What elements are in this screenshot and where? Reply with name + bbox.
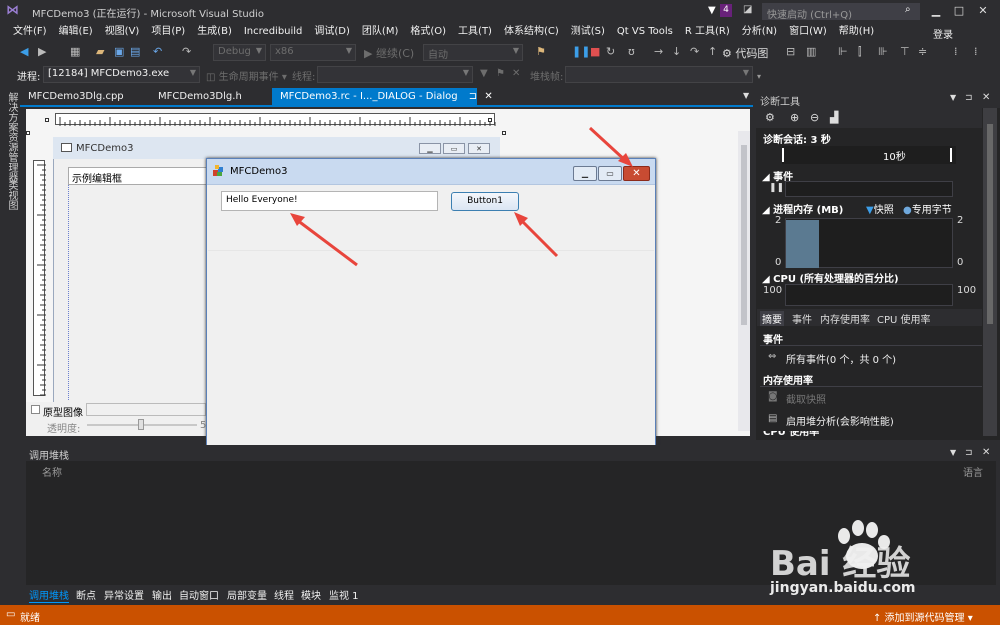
memory-usage-area [786,220,819,268]
close-panel-icon[interactable]: ✕ [982,92,990,103]
tab-modules[interactable]: 模块 [301,587,321,602]
collapse-icon: ◢ [762,205,774,216]
timeline-end-marker[interactable] [950,148,952,162]
all-events-link[interactable]: 所有事件(0 个，共 0 个) [786,351,896,366]
private-bytes-legend: ●专用字节 [903,205,952,216]
arrow-to-edit [290,213,358,267]
panel-menu-icon[interactable]: ▼ [950,93,956,102]
camera-icon: ◙ [768,391,778,402]
collapse-icon: ◢ [762,274,774,285]
arrow-to-button [514,212,559,258]
memory-axis-max-right: 2 [957,215,964,226]
column-header-name[interactable]: 名称 [42,464,62,479]
tab-events[interactable]: 事件 [792,311,812,326]
status-text: 就绪 [20,613,40,624]
watermark-text: Bai 经验 [770,544,911,584]
scrollbar-thumb[interactable] [987,124,993,324]
memory-axis-max: 2 [775,215,782,226]
zoom-out-icon[interactable]: ⊖ [810,111,819,124]
diagnostics-title: 诊断工具 [760,97,800,108]
column-header-language[interactable]: 语言 [963,464,983,479]
memory-axis-min: 0 [775,257,782,268]
events-track [785,181,953,197]
pin-icon[interactable]: ⊐ [965,448,973,458]
collapse-icon: ◢ [762,172,774,183]
events-icon: ⇔ [768,351,777,362]
close-panel-icon[interactable]: ✕ [982,447,990,458]
status-bar [0,605,1000,625]
cpu-chart [785,284,953,306]
watermark-url: jingyan.baidu.com [770,580,916,596]
tab-summary[interactable]: 摘要 [760,311,784,326]
call-stack-titlebar [26,445,996,461]
tab-watch-1[interactable]: 监视 1 [329,587,359,602]
snapshot-legend: ▼快照 [866,205,894,216]
divider [760,386,982,387]
status-icon: ▭ [6,609,16,620]
tab-call-stack[interactable]: 调用堆栈 [29,587,69,603]
cpu-axis-max: 100 [763,285,783,296]
divider [760,345,982,346]
arrow-to-close [588,126,633,167]
zoom-in-icon[interactable]: ⊕ [790,111,799,124]
diagnostics-timeline[interactable] [782,146,956,164]
pause-events-icon[interactable]: ❚❚ [769,183,784,193]
call-stack-title: 调用堆栈 [29,451,69,462]
memory-axis-min-right: 0 [957,257,964,268]
tab-cpu-usage[interactable]: CPU 使用率 [877,311,931,326]
diagnostic-session-duration: 诊断会话: 3 秒 [763,135,831,146]
tab-exception-settings[interactable]: 异常设置 [104,587,144,602]
tab-locals[interactable]: 局部变量 [227,587,267,602]
diagnostics-scrollbar[interactable] [983,108,997,436]
tab-breakpoints[interactable]: 断点 [76,587,96,602]
memory-usage-header: 内存使用率 [763,376,813,387]
timeline-start-marker[interactable] [782,148,784,162]
panel-menu-icon[interactable]: ▼ [950,448,956,457]
summary-events-header: 事件 [763,335,783,346]
take-snapshot-button[interactable]: 截取快照 [786,391,826,406]
cpu-axis-max-right: 100 [957,285,977,296]
tab-output[interactable]: 输出 [152,587,172,602]
tab-memory-usage[interactable]: 内存使用率 [820,311,870,326]
tab-autos[interactable]: 自动窗口 [179,587,219,602]
reset-zoom-icon[interactable]: ▟ [830,111,838,124]
add-to-source-control-button[interactable]: ↑ 添加到源代码管理 ▾ [873,609,973,624]
process-memory-header[interactable]: ◢ 进程内存 (MB) [762,201,843,216]
pin-icon[interactable]: ⊐ [965,93,973,103]
enable-heap-profiling-checkbox[interactable]: 启用堆分析(会影响性能) [786,413,894,428]
settings-gear-icon[interactable]: ⚙ [765,111,775,124]
timeline-label: 10秒 [883,152,906,163]
cpu-usage-header-partial: CPU 使用率 [763,431,820,437]
tab-threads[interactable]: 线程 [274,587,294,602]
cpu-section-header[interactable]: ◢ CPU (所有处理器的百分比) [762,270,899,285]
heap-icon: ▤ [768,413,778,424]
